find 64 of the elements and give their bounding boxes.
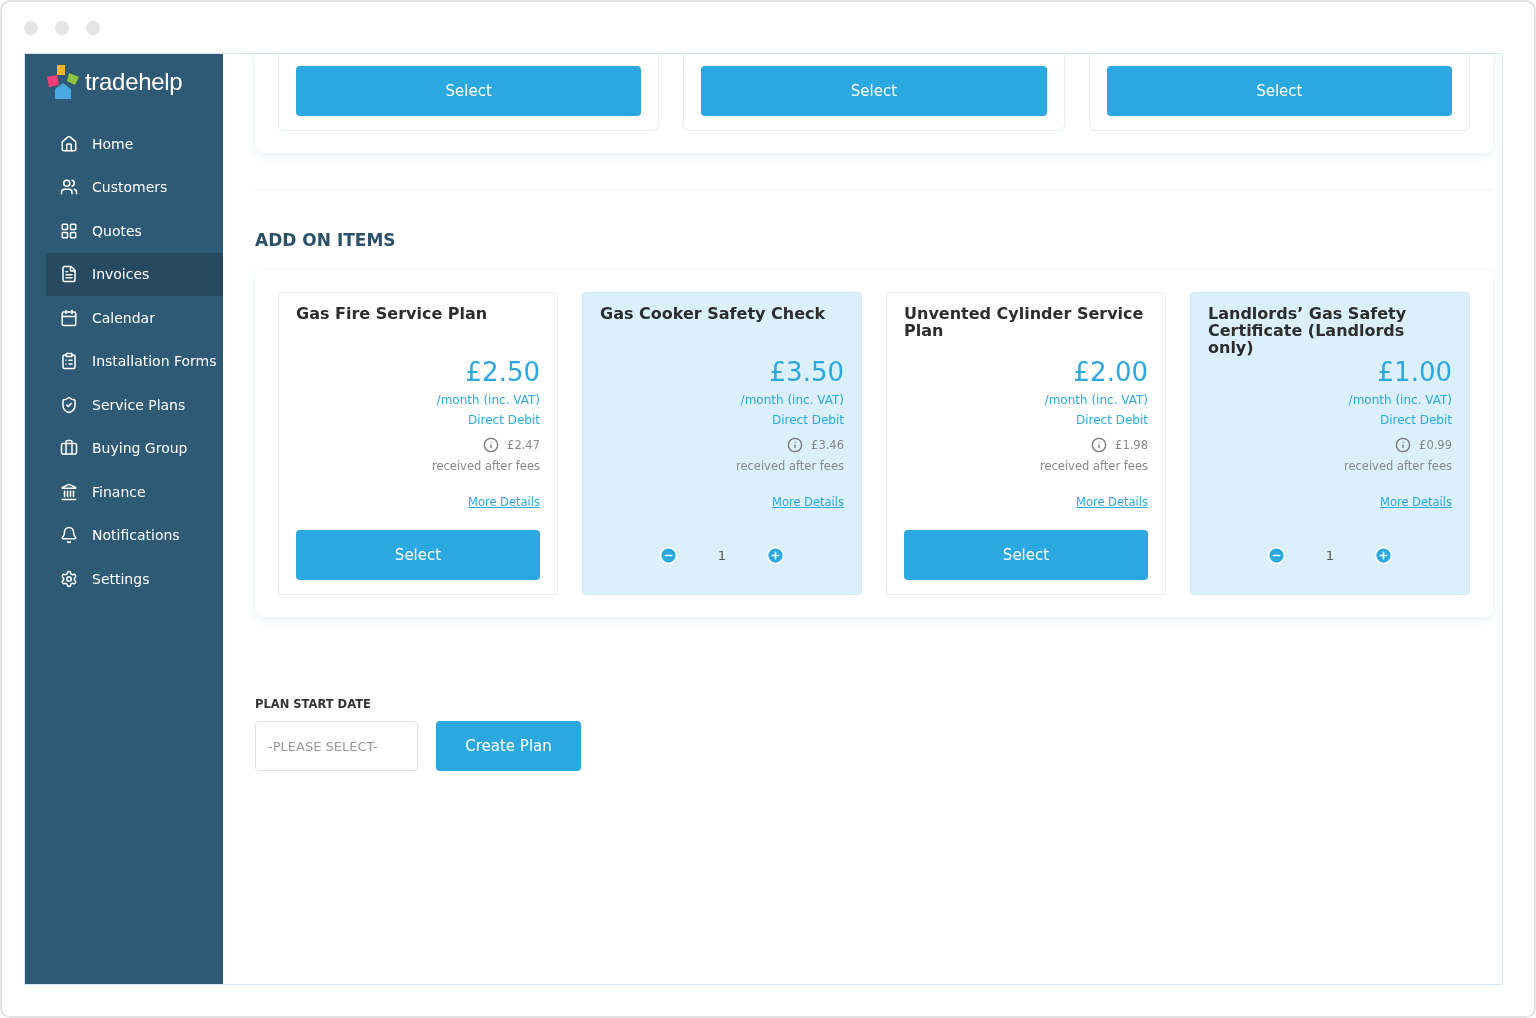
- item-price: £2.50: [465, 357, 540, 387]
- sidebar-item[interactable]: Customers: [46, 165, 223, 209]
- logo-text: tradehelp: [85, 68, 183, 96]
- sidebar-item[interactable]: Settings: [46, 557, 223, 601]
- quantity-value: 1: [1325, 547, 1335, 563]
- sidebar-item[interactable]: Home: [46, 122, 223, 166]
- add-on-item[interactable]: Landlords’ Gas Safety Certificate (Landlords only) £1.00 /month (inc. VAT) Direct Debit £0.99 received after fees More Details 1: [1190, 292, 1470, 595]
- payment-method: Direct Debit: [1379, 413, 1452, 427]
- nav-icon: [60, 352, 78, 371]
- nav-icon: [60, 134, 78, 153]
- net-note: received after fees: [735, 459, 844, 473]
- item-price: £1.00: [1377, 357, 1452, 387]
- sidebar-item[interactable]: Quotes: [46, 209, 223, 253]
- net-note: received after fees: [431, 459, 540, 473]
- nav-icon: [60, 265, 78, 284]
- payment-method: Direct Debit: [771, 413, 844, 427]
- item-title: Unvented Cylinder Service Plan: [904, 305, 1145, 342]
- info-icon[interactable]: [1091, 437, 1108, 453]
- net-amount: £1.98: [1115, 438, 1148, 452]
- payment-method: Direct Debit: [1075, 413, 1148, 427]
- decrease-button[interactable]: [1266, 545, 1286, 565]
- nav-icon: [60, 569, 78, 588]
- sidebar-item[interactable]: Invoices: [46, 252, 223, 296]
- increase-button[interactable]: [766, 545, 786, 565]
- item-price: £3.50: [769, 357, 844, 387]
- nav-icon: [60, 178, 78, 197]
- net-amount: £3.46: [811, 438, 844, 452]
- sidebar-item[interactable]: Notifications: [46, 513, 223, 557]
- nav-icon: [60, 308, 78, 327]
- add-on-item[interactable]: Gas Cooker Safety Check £3.50 /month (inc. VAT) Direct Debit £3.46 received after fees More Details 1: [582, 292, 862, 595]
- net-amount: £0.99: [1419, 438, 1452, 452]
- info-icon[interactable]: [1395, 437, 1412, 453]
- add-on-item[interactable]: Unvented Cylinder Service Plan £2.00 /month (inc. VAT) Direct Debit £1.98 received after fees More Details Select: [886, 292, 1166, 595]
- net-note: received after fees: [1343, 459, 1452, 473]
- decrease-button[interactable]: [658, 545, 678, 565]
- sidebar-item[interactable]: Calendar: [46, 296, 223, 340]
- nav-icon: [60, 439, 78, 458]
- nav-icon: [60, 482, 78, 501]
- item-price: £2.00: [1073, 357, 1148, 387]
- item-title: Gas Fire Service Plan: [296, 305, 489, 325]
- quantity-value: 1: [717, 547, 727, 563]
- nav-icon: [60, 526, 78, 545]
- price-period: /month (inc. VAT): [1348, 393, 1452, 407]
- nav-icon: [60, 221, 78, 240]
- increase-button[interactable]: [1374, 545, 1394, 565]
- field-label: PLAN START DATE: [255, 697, 372, 711]
- add-on-item[interactable]: Gas Fire Service Plan £2.50 /month (inc. VAT) Direct Debit £2.47 received after fees More Details Select: [278, 292, 558, 595]
- info-icon[interactable]: [787, 437, 804, 453]
- sidebar-item[interactable]: Buying Group: [46, 426, 223, 470]
- net-amount: £2.47: [507, 438, 540, 452]
- net-note: received after fees: [1039, 459, 1148, 473]
- nav-icon: [60, 395, 78, 414]
- date-field[interactable]: -PLEASE SELECT-: [255, 721, 418, 771]
- sidebar-item[interactable]: Finance: [46, 470, 223, 514]
- logo-icon: [47, 65, 81, 99]
- section-heading: ADD ON ITEMS: [255, 230, 397, 250]
- sidebar-item[interactable]: Service Plans: [46, 383, 223, 427]
- payment-method: Direct Debit: [467, 413, 540, 427]
- price-period: /month (inc. VAT): [436, 393, 540, 407]
- item-title: Gas Cooker Safety Check: [600, 305, 827, 325]
- price-period: /month (inc. VAT): [740, 393, 844, 407]
- price-period: /month (inc. VAT): [1044, 393, 1148, 407]
- info-icon[interactable]: [483, 437, 500, 453]
- sidebar-item[interactable]: Installation Forms: [46, 339, 223, 383]
